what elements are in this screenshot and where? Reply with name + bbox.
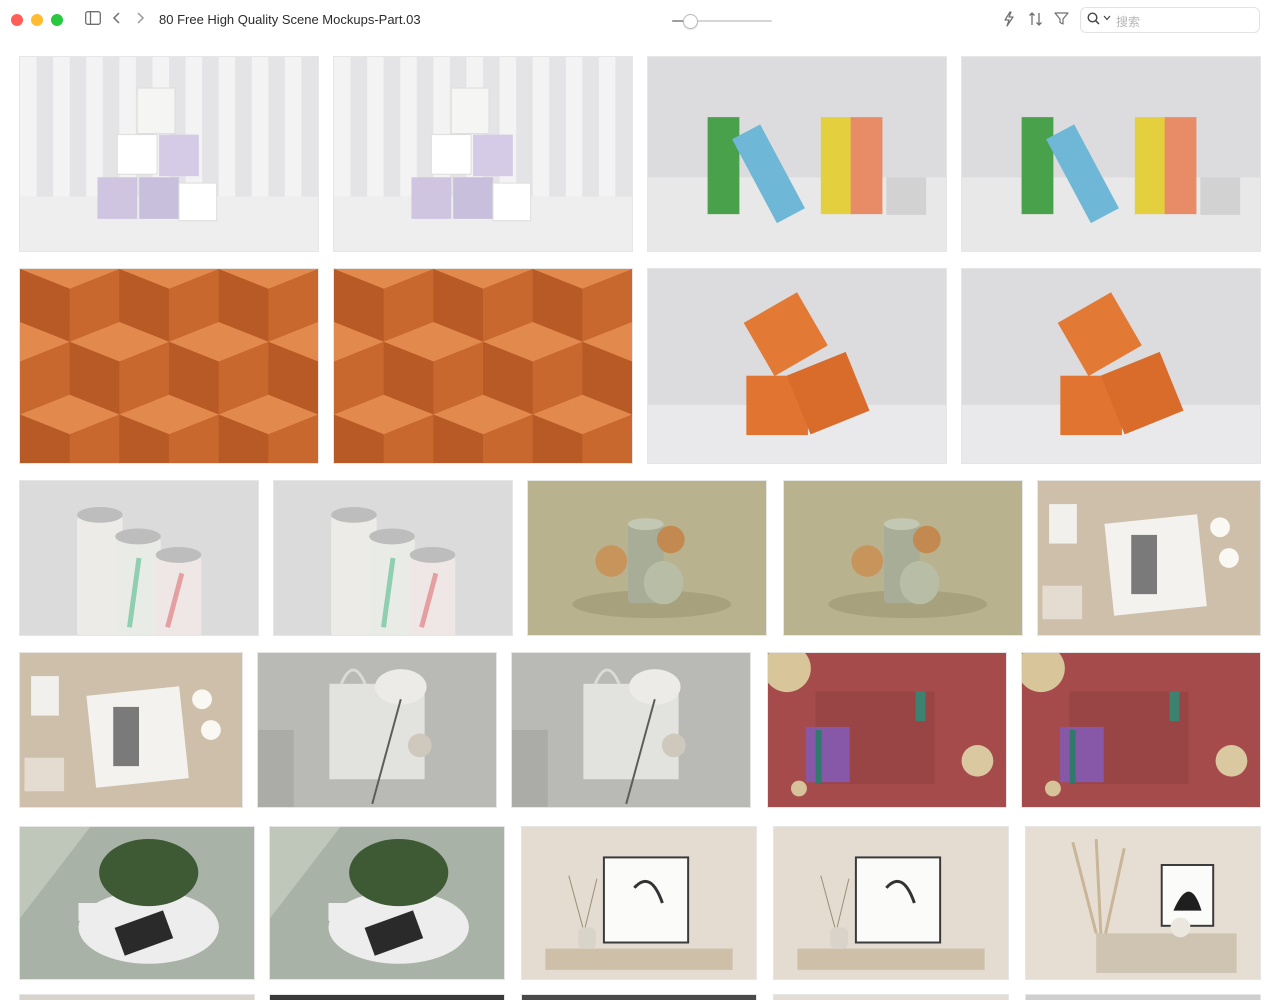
thumbnail-bag-mockup-anthurium-1[interactable] [257, 652, 497, 808]
thumbnail-image [528, 481, 766, 635]
thumbnail-image [784, 481, 1022, 635]
thumbnail-partial[interactable] [1025, 994, 1261, 1000]
thumbnail-ophelie-boxes-2[interactable] [961, 56, 1261, 252]
search-icon [1087, 12, 1100, 28]
thumbnail-tube-mockup-2[interactable] [273, 480, 513, 636]
thumbnail-pisa-tote-1[interactable] [1037, 480, 1261, 636]
thumbnail-bag-mockup-anthurium-2[interactable] [511, 652, 751, 808]
thumbnail-partial[interactable] [19, 994, 255, 1000]
thumbnail-image [962, 269, 1260, 463]
thumbnail-image [334, 57, 632, 251]
thumbnail-image [270, 827, 504, 979]
close-window-button[interactable] [11, 14, 23, 26]
thumbnail-itchybox-2[interactable] [961, 268, 1261, 464]
thumbnail-image [774, 827, 1008, 979]
thumbnail-bundle-tote-monstera-1[interactable] [19, 826, 255, 980]
thumbnail-partial[interactable] [521, 994, 757, 1000]
thumbnail-candle-box-mockup-1[interactable] [19, 56, 319, 252]
window-toolbar: 80 Free High Quality Scene Mockups-Part.… [0, 0, 1280, 42]
sort-icon[interactable] [1028, 11, 1044, 32]
thumbnail-image [1026, 827, 1260, 979]
thumbnail-image [1038, 481, 1260, 635]
thumbnail-image [962, 57, 1260, 251]
thumbnail-candle-box-mockup-2[interactable] [333, 56, 633, 252]
thumbnail-image [512, 653, 750, 807]
thumbnail-pisa-tote-2[interactable] [19, 652, 243, 808]
thumbnail-bags-red-2[interactable] [1021, 652, 1261, 808]
thumbnail-ophelie-boxes-1[interactable] [647, 56, 947, 252]
thumbnail-image [20, 57, 318, 251]
thumbnail-image [648, 269, 946, 463]
filter-icon[interactable] [1054, 11, 1069, 31]
thumbnail-image [648, 57, 946, 251]
thumbnail-itchybox-1[interactable] [647, 268, 947, 464]
back-chevron-icon[interactable] [112, 11, 122, 30]
search-placeholder: 搜索 [1116, 15, 1141, 29]
thumbnail-image [334, 269, 632, 463]
thumbnail-image [20, 827, 254, 979]
thumbnail-partial[interactable] [269, 994, 505, 1000]
thumbnail-tube-mockup-1[interactable] [19, 480, 259, 636]
zoom-window-button[interactable] [51, 14, 63, 26]
thumbnail-frame-pampas[interactable] [1025, 826, 1261, 980]
thumbnail-bundle-tote-monstera-2[interactable] [269, 826, 505, 980]
thumbnail-paper-tube-cookies-2[interactable] [783, 480, 1023, 636]
search-options-chevron-icon[interactable] [1103, 14, 1111, 23]
thumbnail-partial[interactable] [773, 994, 1009, 1000]
thumbnail-orange-box-pattern-2[interactable] [333, 268, 633, 464]
thumbnail-image [258, 653, 496, 807]
sidebar-toggle-icon[interactable] [85, 11, 101, 30]
forward-chevron-icon[interactable] [135, 11, 145, 30]
lightning-icon[interactable] [1003, 11, 1015, 32]
thumbnail-orange-box-pattern-1[interactable] [19, 268, 319, 464]
thumbnail-image [1022, 653, 1260, 807]
thumbnail-image [20, 481, 258, 635]
window-title: 80 Free High Quality Scene Mockups-Part.… [159, 12, 421, 27]
zoom-slider-knob[interactable] [683, 14, 698, 29]
thumbnail-frame-console-1[interactable] [521, 826, 757, 980]
thumbnail-frame-console-2[interactable] [773, 826, 1009, 980]
minimize-window-button[interactable] [31, 14, 43, 26]
search-field[interactable]: 搜索 [1080, 7, 1260, 33]
thumbnail-image [768, 653, 1006, 807]
thumbnail-image [522, 827, 756, 979]
thumbnail-image [20, 269, 318, 463]
thumbnail-image [274, 481, 512, 635]
thumbnail-bags-red-1[interactable] [767, 652, 1007, 808]
thumbnail-image [20, 653, 242, 807]
thumbnail-paper-tube-cookies-1[interactable] [527, 480, 767, 636]
